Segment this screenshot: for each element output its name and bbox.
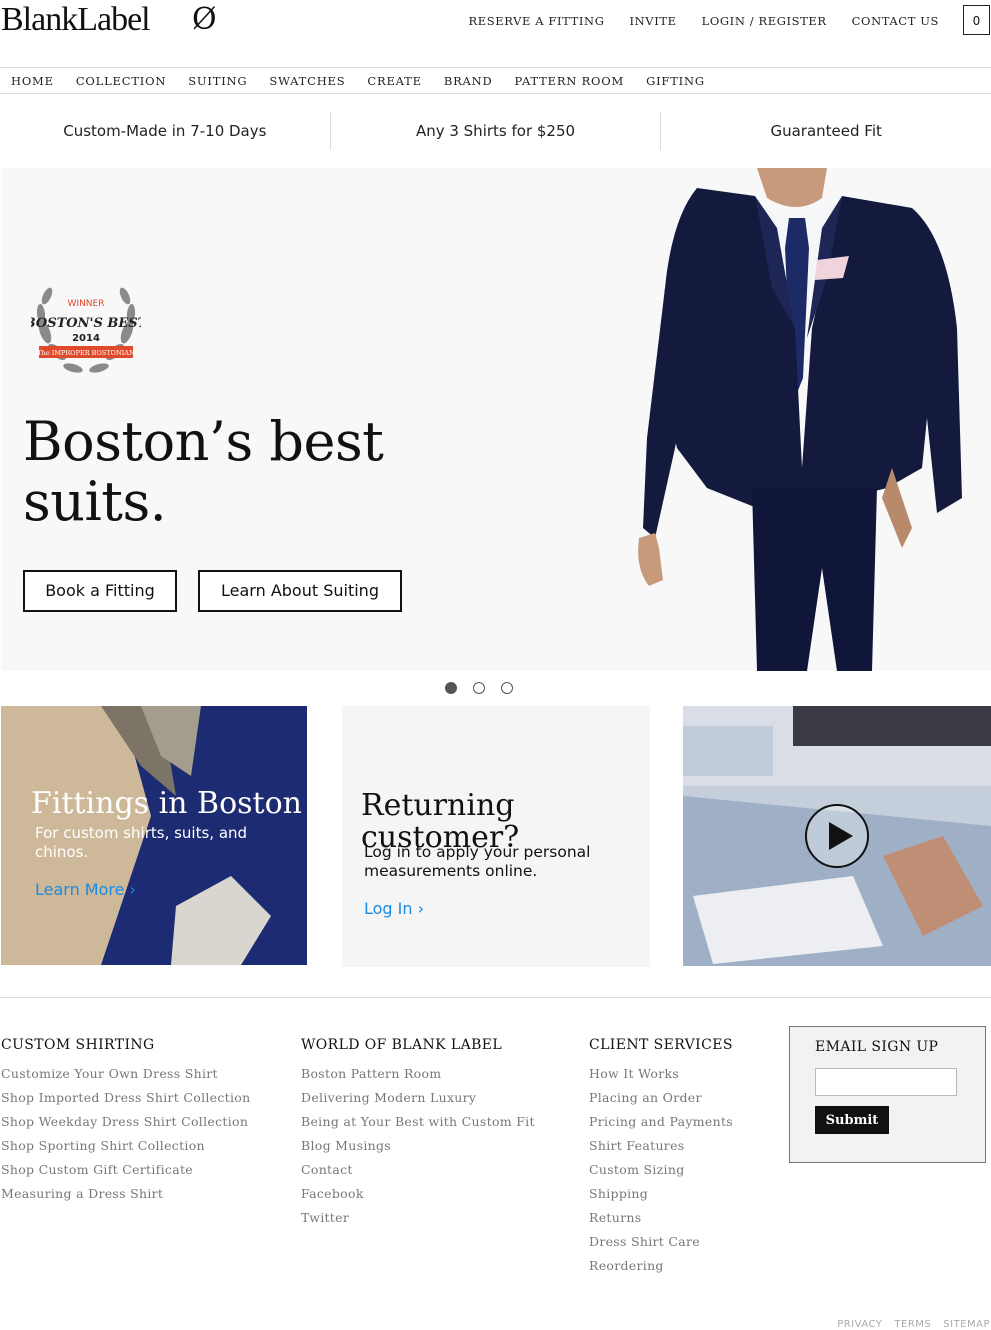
fittings-tile[interactable]: Fittings in Boston For custom shirts, su… bbox=[1, 706, 307, 965]
carousel-dots bbox=[445, 682, 513, 694]
prop-guaranteed-fit: Guaranteed Fit bbox=[770, 122, 882, 140]
footer-link[interactable]: Custom Sizing bbox=[589, 1158, 733, 1182]
video-tile[interactable] bbox=[683, 706, 991, 966]
terms-link[interactable]: TERMS bbox=[894, 1319, 931, 1330]
returning-text: Log in to apply your personal measuremen… bbox=[364, 843, 591, 880]
footer-link[interactable]: Shop Imported Dress Shirt Collection bbox=[1, 1086, 250, 1110]
topnav-invite[interactable]: INVITE bbox=[630, 14, 677, 28]
footer-link[interactable]: Reordering bbox=[589, 1254, 733, 1278]
badge-main: BOSTON'S BEST bbox=[31, 316, 141, 331]
footer-client-services: CLIENT SERVICES How It Works Placing an … bbox=[589, 1037, 733, 1278]
topnav-reserve-fitting[interactable]: RESERVE A FITTING bbox=[469, 14, 605, 28]
nav-pattern-room[interactable]: PATTERN ROOM bbox=[504, 69, 636, 93]
footer-link[interactable]: Twitter bbox=[301, 1206, 535, 1230]
carousel-dot-2[interactable] bbox=[473, 682, 485, 694]
cart-button[interactable]: 0 bbox=[963, 5, 990, 35]
carousel-dot-3[interactable] bbox=[501, 682, 513, 694]
topnav-login-register[interactable]: LOGIN / REGISTER bbox=[702, 14, 827, 28]
footer-link[interactable]: Shipping bbox=[589, 1182, 733, 1206]
footer-link[interactable]: Dress Shirt Care bbox=[589, 1230, 733, 1254]
footer-link[interactable]: Shop Weekday Dress Shirt Collection bbox=[1, 1110, 250, 1134]
nav-home[interactable]: HOME bbox=[0, 69, 65, 93]
footer-custom-shirting: CUSTOM SHIRTING Customize Your Own Dress… bbox=[1, 1037, 250, 1206]
footer-link[interactable]: Shop Custom Gift Certificate bbox=[1, 1158, 250, 1182]
nav-collection[interactable]: COLLECTION bbox=[65, 69, 177, 93]
prop-custom-made: Custom-Made in 7-10 Days bbox=[0, 112, 331, 150]
nav-gifting[interactable]: GIFTING bbox=[635, 69, 716, 93]
book-fitting-button[interactable]: Book a Fitting bbox=[23, 570, 177, 612]
site-header: BlankLabel Ø RESERVE A FITTING INVITE LO… bbox=[0, 0, 991, 68]
sitemap-link[interactable]: SITEMAP bbox=[943, 1319, 990, 1330]
suited-man-image bbox=[638, 168, 962, 671]
footer-world-of-blank-label: WORLD OF BLANK LABEL Boston Pattern Room… bbox=[301, 1037, 535, 1230]
footer-link[interactable]: Placing an Order bbox=[589, 1086, 733, 1110]
hero-carousel: WINNER BOSTON'S BEST 2014 The IMPROPER B… bbox=[1, 168, 991, 671]
email-signup-title: EMAIL SIGN UP bbox=[815, 1039, 939, 1055]
fittings-title: Fittings in Boston bbox=[31, 786, 302, 821]
privacy-link[interactable]: PRIVACY bbox=[837, 1319, 882, 1330]
footer-link[interactable]: Shop Sporting Shirt Collection bbox=[1, 1134, 250, 1158]
email-submit-button[interactable]: Submit bbox=[815, 1106, 889, 1134]
footer-link[interactable]: Boston Pattern Room bbox=[301, 1062, 535, 1086]
footer-col2-title: WORLD OF BLANK LABEL bbox=[301, 1037, 503, 1053]
footer-link[interactable]: Delivering Modern Luxury bbox=[301, 1086, 535, 1110]
hero-title: Boston’s best suits. bbox=[23, 410, 384, 533]
legal-links: PRIVACY TERMS SITEMAP bbox=[837, 1319, 990, 1330]
footer-link[interactable]: Customize Your Own Dress Shirt bbox=[1, 1062, 250, 1086]
footer-link[interactable]: Shirt Features bbox=[589, 1134, 733, 1158]
footer-link[interactable]: Being at Your Best with Custom Fit bbox=[301, 1110, 535, 1134]
prop-three-shirts: Any 3 Shirts for $250 bbox=[331, 112, 662, 150]
footer-link[interactable]: Blog Musings bbox=[301, 1134, 535, 1158]
value-props: Custom-Made in 7-10 Days Any 3 Shirts fo… bbox=[0, 112, 991, 150]
nav-swatches[interactable]: SWATCHES bbox=[258, 69, 356, 93]
play-video-icon[interactable] bbox=[805, 804, 869, 868]
nav-brand[interactable]: BRAND bbox=[433, 69, 504, 93]
footer-link[interactable]: How It Works bbox=[589, 1062, 733, 1086]
logo-mark[interactable]: Ø bbox=[192, 0, 217, 40]
carousel-dot-1[interactable] bbox=[445, 682, 457, 694]
footer-divider bbox=[0, 997, 991, 998]
nav-suiting[interactable]: SUITING bbox=[177, 69, 258, 93]
nav-create[interactable]: CREATE bbox=[356, 69, 432, 93]
fittings-learn-more-link[interactable]: Learn More › bbox=[35, 880, 136, 899]
badge-ribbon: The IMPROPER BOSTONIAN bbox=[37, 349, 135, 357]
footer-link[interactable]: Measuring a Dress Shirt bbox=[1, 1182, 250, 1206]
learn-suiting-button[interactable]: Learn About Suiting bbox=[198, 570, 402, 612]
footer-col3-title: CLIENT SERVICES bbox=[589, 1037, 733, 1053]
topnav-contact-us[interactable]: CONTACT US bbox=[852, 14, 939, 28]
main-nav: HOME COLLECTION SUITING SWATCHES CREATE … bbox=[0, 69, 991, 94]
email-signup-input[interactable] bbox=[815, 1068, 957, 1096]
top-nav: RESERVE A FITTING INVITE LOGIN / REGISTE… bbox=[469, 14, 939, 28]
bostons-best-badge-icon: WINNER BOSTON'S BEST 2014 The IMPROPER B… bbox=[31, 287, 141, 373]
logo[interactable]: BlankLabel bbox=[1, 0, 151, 40]
footer-link[interactable]: Facebook bbox=[301, 1182, 535, 1206]
email-signup-box: EMAIL SIGN UP Submit bbox=[789, 1026, 986, 1163]
footer-link[interactable]: Returns bbox=[589, 1206, 733, 1230]
footer-link[interactable]: Contact bbox=[301, 1158, 535, 1182]
returning-customer-tile[interactable]: Returning customer? Log in to apply your… bbox=[342, 706, 650, 967]
fittings-text: For custom shirts, suits, and chinos. bbox=[35, 824, 248, 861]
footer-col1-title: CUSTOM SHIRTING bbox=[1, 1037, 155, 1053]
badge-winner: WINNER bbox=[68, 299, 105, 309]
badge-year: 2014 bbox=[72, 333, 100, 344]
footer-link[interactable]: Pricing and Payments bbox=[589, 1110, 733, 1134]
login-link[interactable]: Log In › bbox=[364, 899, 424, 918]
